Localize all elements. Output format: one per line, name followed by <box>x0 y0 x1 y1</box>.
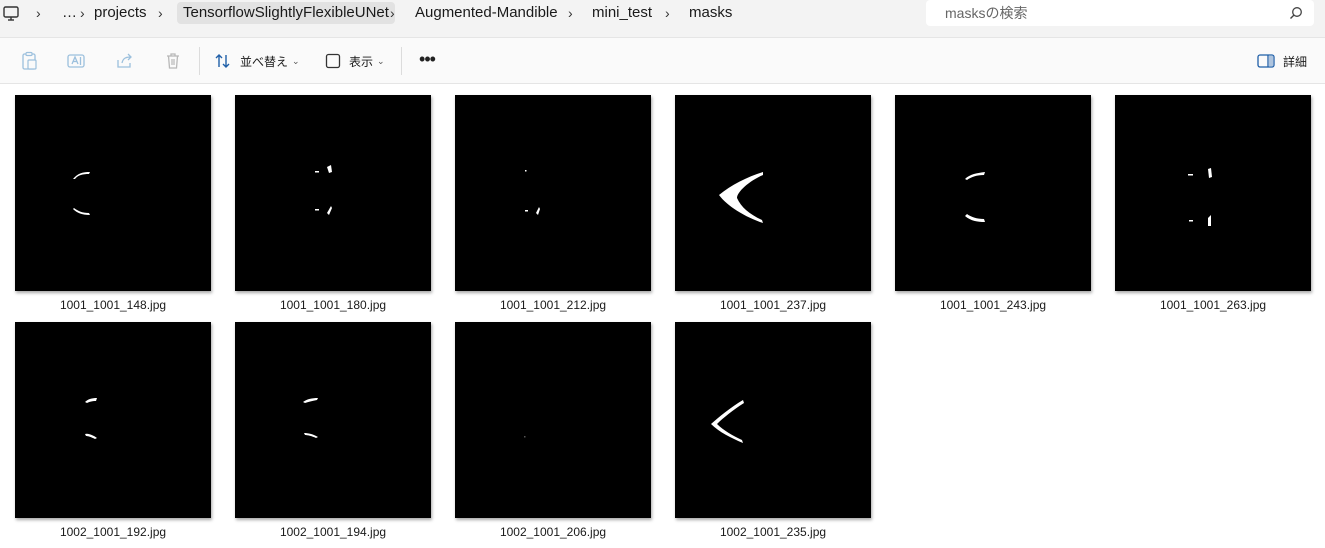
file-name: 1001_1001_237.jpg <box>719 298 827 312</box>
file-name: 1001_1001_180.jpg <box>279 298 387 312</box>
details-pane-button[interactable]: 詳細 <box>1257 51 1307 71</box>
breadcrumb-mini-test[interactable]: mini_test <box>586 2 658 24</box>
image-thumbnail <box>455 322 651 518</box>
file-name: 1001_1001_148.jpg <box>59 298 167 312</box>
chevron-right-icon[interactable]: › <box>80 2 85 24</box>
chevron-right-icon[interactable]: › <box>568 2 573 24</box>
image-thumbnail <box>15 95 211 291</box>
image-thumbnail <box>675 322 871 518</box>
file-item[interactable]: 1001_1001_237.jpg <box>675 95 871 312</box>
search-input[interactable]: masksの検索 <box>926 0 1314 26</box>
toolbar-divider <box>199 47 200 75</box>
chevron-down-icon: ⌄ <box>377 55 385 66</box>
file-item[interactable]: 1001_1001_243.jpg <box>895 95 1091 312</box>
view-label: 表示 <box>349 54 374 69</box>
breadcrumb-projects[interactable]: projects <box>88 2 153 24</box>
search-icon[interactable] <box>1289 6 1303 20</box>
file-item[interactable]: 1001_1001_180.jpg <box>235 95 431 312</box>
details-pane-icon <box>1257 54 1275 68</box>
chevron-down-icon: ⌄ <box>292 55 300 66</box>
file-item[interactable]: 1002_1001_206.jpg <box>455 322 651 539</box>
file-item[interactable]: 1002_1001_192.jpg <box>15 322 211 539</box>
file-item[interactable]: 1001_1001_148.jpg <box>15 95 211 312</box>
file-name: 1002_1001_206.jpg <box>499 525 607 539</box>
image-thumbnail <box>895 95 1091 291</box>
this-pc-icon[interactable] <box>2 4 20 22</box>
image-thumbnail <box>235 95 431 291</box>
breadcrumb-overflow[interactable]: … <box>56 2 83 24</box>
search-placeholder: masksの検索 <box>945 5 1028 21</box>
address-bar: › … › projects › TensorflowSlightlyFlexi… <box>0 0 1325 38</box>
file-name: 1001_1001_243.jpg <box>939 298 1047 312</box>
breadcrumb-augmented-mandible[interactable]: Augmented-Mandible <box>409 2 564 24</box>
share-icon[interactable] <box>115 51 135 71</box>
file-name: 1001_1001_212.jpg <box>499 298 607 312</box>
file-name: 1002_1001_194.jpg <box>279 525 387 539</box>
command-bar: 並べ替え ⌄ 表示 ⌄ ••• 詳細 <box>0 38 1325 84</box>
view-button[interactable]: 表示 ⌄ <box>325 49 385 73</box>
rename-icon[interactable] <box>66 51 86 71</box>
view-icon <box>325 53 341 69</box>
chevron-right-icon[interactable]: › <box>665 2 670 24</box>
file-item[interactable]: 1002_1001_235.jpg <box>675 322 871 539</box>
toolbar-divider <box>401 47 402 75</box>
image-thumbnail <box>15 322 211 518</box>
sort-icon <box>215 54 230 68</box>
file-item[interactable]: 1002_1001_194.jpg <box>235 322 431 539</box>
file-item[interactable]: 1001_1001_212.jpg <box>455 95 651 312</box>
image-thumbnail <box>675 95 871 291</box>
details-label: 詳細 <box>1282 54 1307 69</box>
sort-label: 並べ替え <box>240 54 289 69</box>
image-thumbnail <box>235 322 431 518</box>
image-thumbnail <box>455 95 651 291</box>
breadcrumb-masks[interactable]: masks <box>683 2 738 24</box>
file-name: 1002_1001_192.jpg <box>59 525 167 539</box>
chevron-right-icon[interactable]: › <box>36 2 41 24</box>
breadcrumb-tensorflowslightlyflexibleunet[interactable]: TensorflowSlightlyFlexibleUNet <box>177 2 395 24</box>
chevron-right-icon[interactable]: › <box>390 2 395 24</box>
delete-icon[interactable] <box>163 51 183 71</box>
more-options-button[interactable]: ••• <box>416 49 438 73</box>
sort-button[interactable]: 並べ替え ⌄ <box>214 49 300 73</box>
paste-icon[interactable] <box>19 51 39 71</box>
image-thumbnail <box>1115 95 1311 291</box>
chevron-right-icon[interactable]: › <box>158 2 163 24</box>
file-name: 1001_1001_263.jpg <box>1159 298 1267 312</box>
file-name: 1002_1001_235.jpg <box>719 525 827 539</box>
file-grid: 1001_1001_148.jpg 1001_1001_180.jpg 1001… <box>0 84 1325 548</box>
file-item[interactable]: 1001_1001_263.jpg <box>1115 95 1311 312</box>
